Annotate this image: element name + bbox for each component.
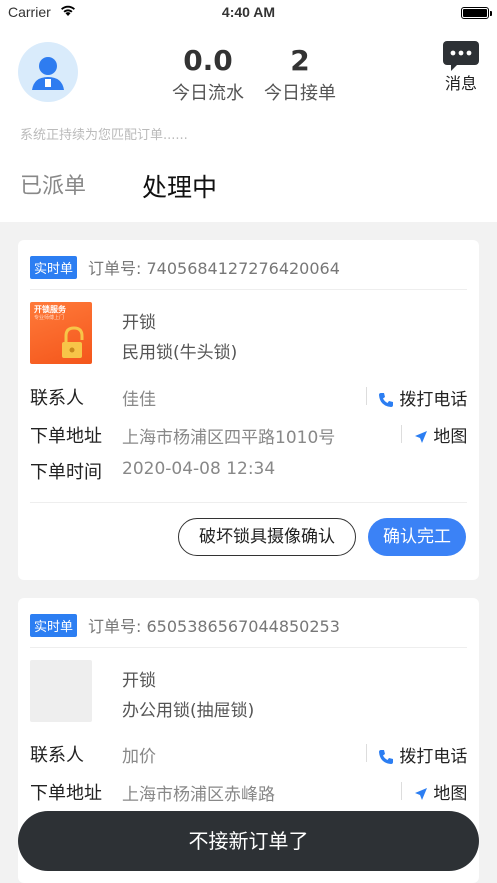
address-label: 下单地址 — [30, 783, 102, 804]
separator — [366, 387, 367, 405]
battery-icon — [461, 7, 492, 19]
address-label: 下单地址 — [30, 426, 102, 447]
contact-value: 加价 — [122, 747, 156, 767]
stop-accepting-orders-button[interactable]: 不接新订单了 — [18, 811, 479, 871]
service-thumbnail-placeholder — [30, 660, 92, 722]
orders-stat: 2 今日接单 — [260, 44, 340, 105]
clock: 4:40 AM — [221, 4, 276, 20]
call-label: 拨打电话 — [399, 747, 468, 767]
chat-bubble-icon — [443, 41, 479, 71]
service-name: 开锁 — [122, 313, 156, 333]
status-bar: Carrier 4:40 AM — [0, 0, 497, 26]
divider — [30, 502, 467, 503]
avatar[interactable] — [18, 42, 78, 102]
matching-status: 系统正持续为您匹配订单...... — [20, 128, 188, 143]
tab-dispatched-label: 已派单 — [20, 174, 87, 199]
service-name: 开锁 — [122, 671, 156, 691]
order-card[interactable]: 实时单 订单号: 7405684127276420064 开锁服务 专业师傅上门… — [18, 240, 479, 580]
order-number: 订单号: 7405684127276420064 — [88, 259, 340, 278]
tab-processing-label: 处理中 — [142, 173, 218, 202]
call-label: 拨打电话 — [399, 390, 468, 410]
address-value: 上海市杨浦区四平路1010号 — [122, 428, 336, 448]
orders-value: 2 — [290, 44, 310, 77]
tab-processing[interactable]: 处理中 — [142, 168, 218, 206]
contact-value: 佳佳 — [122, 390, 156, 410]
revenue-stat: 0.0 今日流水 — [168, 44, 248, 105]
contact-label: 联系人 — [30, 388, 84, 409]
tab-dispatched[interactable]: 已派单 — [20, 168, 86, 200]
order-time-label: 下单时间 — [30, 462, 102, 483]
header: 0.0 今日流水 2 今日接单 消息 系统正持续为您匹配订单...... 已派单… — [0, 26, 497, 222]
confirm-complete-button[interactable]: 确认完工 — [368, 518, 466, 556]
order-time-value: 2020-04-08 12:34 — [122, 459, 276, 479]
phone-icon — [379, 393, 393, 407]
contact-label: 联系人 — [30, 745, 84, 766]
messages-label: 消息 — [444, 74, 477, 93]
navigation-arrow-icon — [415, 788, 427, 800]
orders-label: 今日接单 — [264, 83, 336, 104]
divider — [30, 647, 467, 648]
lock-type: 民用锁(牛头锁) — [122, 343, 238, 363]
lock-type: 办公用锁(抽屉锁) — [122, 701, 255, 721]
navigation-arrow-icon — [415, 431, 427, 443]
map-button[interactable]: 地图 — [414, 422, 467, 447]
call-button[interactable]: 拨打电话 — [378, 385, 467, 410]
map-button[interactable]: 地图 — [414, 779, 467, 804]
messages-button[interactable]: 消息 — [436, 41, 486, 94]
realtime-badge: 实时单 — [30, 614, 78, 637]
separator — [401, 782, 402, 800]
revenue-value: 0.0 — [183, 44, 233, 77]
service-thumbnail: 开锁服务 专业师傅上门 — [30, 302, 92, 364]
call-button[interactable]: 拨打电话 — [378, 742, 467, 767]
revenue-label: 今日流水 — [172, 83, 244, 104]
separator — [401, 425, 402, 443]
order-number: 订单号: 6505386567044850253 — [88, 617, 340, 636]
address-value: 上海市杨浦区赤峰路 — [122, 785, 275, 805]
divider — [30, 289, 467, 290]
map-label: 地图 — [433, 784, 468, 804]
map-label: 地图 — [433, 427, 468, 447]
separator — [366, 744, 367, 762]
realtime-badge: 实时单 — [30, 256, 78, 279]
user-avatar-icon — [32, 57, 64, 90]
padlock-icon — [62, 326, 84, 358]
camera-confirm-button[interactable]: 破坏锁具摄像确认 — [178, 518, 356, 556]
phone-icon — [379, 750, 393, 764]
